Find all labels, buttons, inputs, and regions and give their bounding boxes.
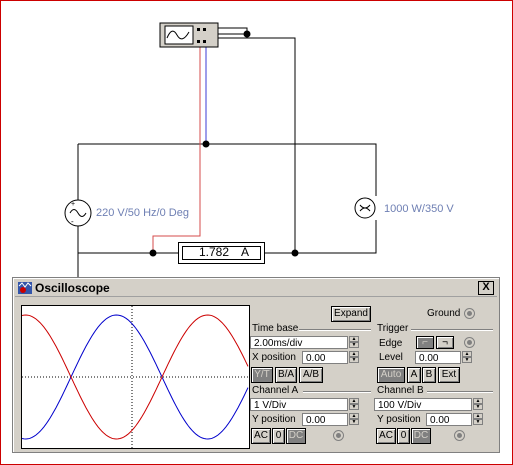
close-button[interactable]: X [478,281,494,295]
scope-traces [21,306,249,448]
trigger-divider [411,329,493,331]
channel-b-title: Channel B [377,385,424,396]
channel-a-ypos-field[interactable]: 0.00 [302,413,348,426]
channel-a-terminal[interactable] [333,430,344,441]
channel-b-zero-button[interactable]: 0 [397,428,410,444]
wire-channel-b [152,44,201,253]
level-spinner[interactable]: ▲ ▼ [462,351,472,364]
window-title: Oscilloscope [35,281,110,295]
channel-a-divider [303,391,371,393]
channel-a-ypos-spinner[interactable]: ▲ ▼ [349,413,359,426]
scope-screen [21,305,250,449]
timebase-title: Time base [252,323,299,334]
xpos-field[interactable]: 0.00 [302,351,348,364]
timebase-divider [299,329,371,331]
rising-edge-icon[interactable]: ⌐ [416,336,434,349]
svg-text:-: - [71,217,74,226]
oscilloscope-icon[interactable] [159,22,219,48]
wire-left-bottom [77,226,178,254]
junction-dot [291,249,299,257]
channel-b-scale-spinner[interactable]: ▲ ▼ [473,398,483,411]
expand-button[interactable]: Expand [331,306,371,322]
source-label: 220 V/50 Hz/0 Deg [96,207,189,219]
channel-b-terminal[interactable] [454,430,465,441]
yt-button[interactable]: Y/T [251,367,273,383]
auto-button[interactable]: Auto [377,367,405,383]
ba-button[interactable]: B/A [275,367,297,383]
ext-button[interactable]: Ext [438,367,460,383]
channel-a-ac-button[interactable]: AC [251,428,271,444]
channel-b-scale-field[interactable]: 100 V/Div [374,398,472,411]
wire-scope-2 [218,27,248,34]
xpos-spinner[interactable]: ▲ ▼ [349,351,359,364]
circuit-schematic: + - [64,22,377,277]
channel-a-scale-spinner[interactable]: ▲ ▼ [349,398,359,411]
oscilloscope-window: Oscilloscope X Expand Ground Time base 2… [12,277,500,453]
wire-top [78,143,377,196]
timebase-field[interactable]: 2.00ms/div [250,336,348,349]
channel-a-zero-button[interactable]: 0 [272,428,285,444]
ammeter-value: 1.782 [199,245,230,259]
ground-terminal[interactable] [464,308,475,319]
channel-b-ypos-field[interactable]: 0.00 [426,413,472,426]
junction-dot [202,140,210,148]
timebase-spinner[interactable]: ▲ ▼ [349,336,359,349]
channel-a-ypos-label: Y position [252,414,296,425]
channel-a-scale-field[interactable]: 1 V/Div [250,398,348,411]
title-bar[interactable]: Oscilloscope X [15,280,497,297]
ground-label: Ground [427,308,461,319]
channel-a-title: Channel A [252,385,299,396]
channel-b-divider [427,391,493,393]
app-icon [18,282,32,294]
junction-dot [243,30,251,38]
ac-source-icon[interactable]: + - [64,199,92,227]
trigger-b-button[interactable]: B [422,367,436,383]
channel-a-dc-button[interactable]: DC [286,428,306,444]
channel-b-dc-button[interactable]: DC [411,428,431,444]
ammeter-unit: A [241,245,250,259]
trigger-a-button[interactable]: A [407,367,421,383]
ab-button[interactable]: A/B [299,367,323,383]
falling-edge-icon[interactable]: ¬ [436,336,454,349]
level-label: Level [379,352,403,363]
lamp-label: 1000 W/350 V [384,203,454,215]
level-field[interactable]: 0.00 [415,351,461,364]
xpos-label: X position [252,352,296,363]
channel-b-ypos-label: Y position [377,414,421,425]
channel-b-ypos-spinner[interactable]: ▲ ▼ [473,413,483,426]
wire-scope-ground [218,37,296,253]
ammeter[interactable]: 1.782 A [178,242,265,264]
trigger-terminal[interactable] [464,337,475,348]
edge-label: Edge [379,338,403,349]
trigger-title: Trigger [377,323,409,334]
channel-b-ac-button[interactable]: AC [376,428,396,444]
wire-right-bottom [263,220,377,254]
junction-dot [149,249,157,257]
svg-text:+: + [71,201,75,208]
lamp-icon[interactable] [354,197,376,219]
